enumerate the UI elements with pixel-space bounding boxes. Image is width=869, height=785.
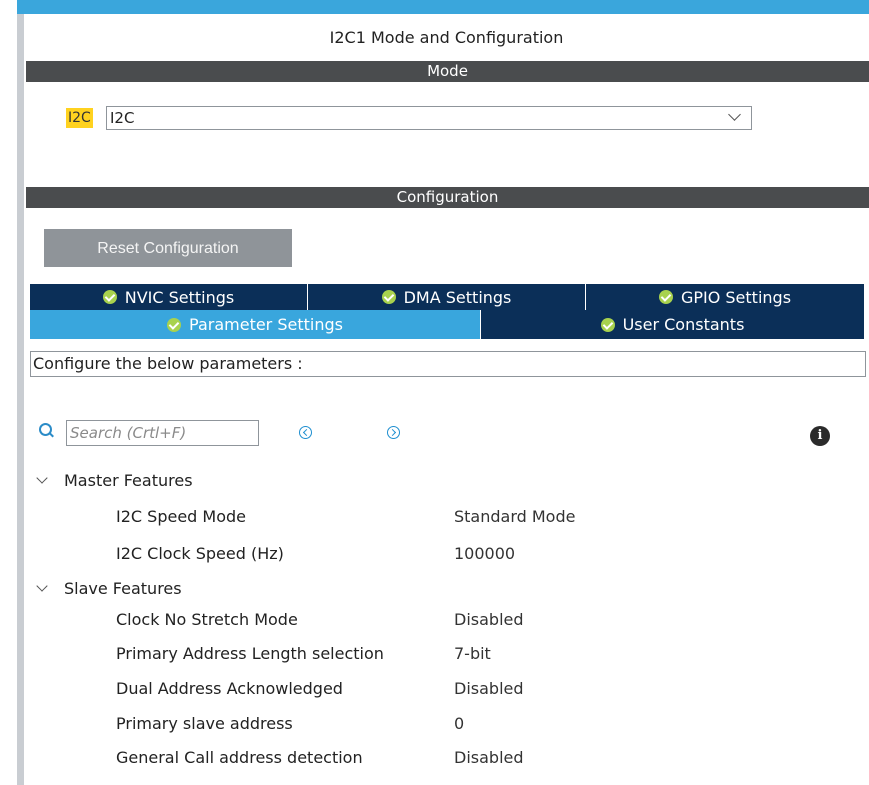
param-name: Clock No Stretch Mode [116,610,298,629]
group-master-features[interactable]: Master Features [36,469,193,491]
configuration-section-header: Configuration [26,187,869,208]
check-circle-icon [600,317,615,332]
settings-tabs-row-2: Parameter Settings User Constants [30,310,864,339]
tab-label: User Constants [622,315,745,334]
i2c-config-panel: I2C1 Mode and Configuration Mode I2C I2C… [24,14,869,785]
param-name: Primary slave address [116,714,293,733]
param-value[interactable]: 7-bit [454,644,491,663]
mode-select-value: I2C [110,109,135,127]
group-label: Slave Features [64,578,182,598]
param-name: I2C Speed Mode [116,507,246,526]
i2c-mode-select[interactable]: I2C [106,106,752,130]
check-circle-icon [102,290,117,304]
chevron-down-icon[interactable] [36,580,48,592]
chevron-down-icon[interactable] [728,108,741,121]
check-circle-icon [381,290,396,304]
tab-parameter-settings[interactable]: Parameter Settings [30,310,481,339]
group-slave-features[interactable]: Slave Features [36,577,182,599]
tab-label: Parameter Settings [189,315,343,334]
mode-section-header: Mode [26,61,869,82]
info-icon[interactable]: i [810,426,830,446]
check-circle-icon [658,290,673,304]
chevron-down-icon[interactable] [36,472,48,484]
tab-label: DMA Settings [403,287,512,307]
param-name: Primary Address Length selection [116,644,384,663]
tab-label: NVIC Settings [124,287,235,307]
param-value[interactable]: Disabled [454,679,524,698]
tab-user-constants[interactable]: User Constants [481,310,864,339]
tab-gpio-settings[interactable]: GPIO Settings [586,284,864,310]
tab-label: GPIO Settings [680,287,792,307]
check-circle-icon [167,317,182,332]
param-value[interactable]: 0 [454,714,464,733]
param-value[interactable]: Disabled [454,610,524,629]
tab-nvic-settings[interactable]: NVIC Settings [30,284,308,310]
param-value[interactable]: 100000 [454,544,515,563]
param-name: I2C Clock Speed (Hz) [116,544,284,563]
panel-title: I2C1 Mode and Configuration [329,28,564,47]
group-label: Master Features [64,470,193,490]
previous-result-icon[interactable] [299,426,312,439]
param-name: General Call address detection [116,748,363,767]
param-value[interactable]: Disabled [454,748,524,767]
search-icon [39,423,52,436]
left-panel-edge [17,14,24,785]
reset-configuration-button[interactable]: Reset Configuration [44,229,292,267]
search-input[interactable] [66,420,259,446]
tab-dma-settings[interactable]: DMA Settings [308,284,586,310]
next-result-icon[interactable] [387,426,400,439]
parameters-description: Configure the below parameters : [30,351,866,377]
mode-badge: I2C [66,108,93,128]
window-top-accent-bar [17,0,869,14]
param-value[interactable]: Standard Mode [454,507,575,526]
settings-tabs-row-1: NVIC Settings DMA Settings GPIO Settings [30,284,864,310]
param-name: Dual Address Acknowledged [116,679,343,698]
